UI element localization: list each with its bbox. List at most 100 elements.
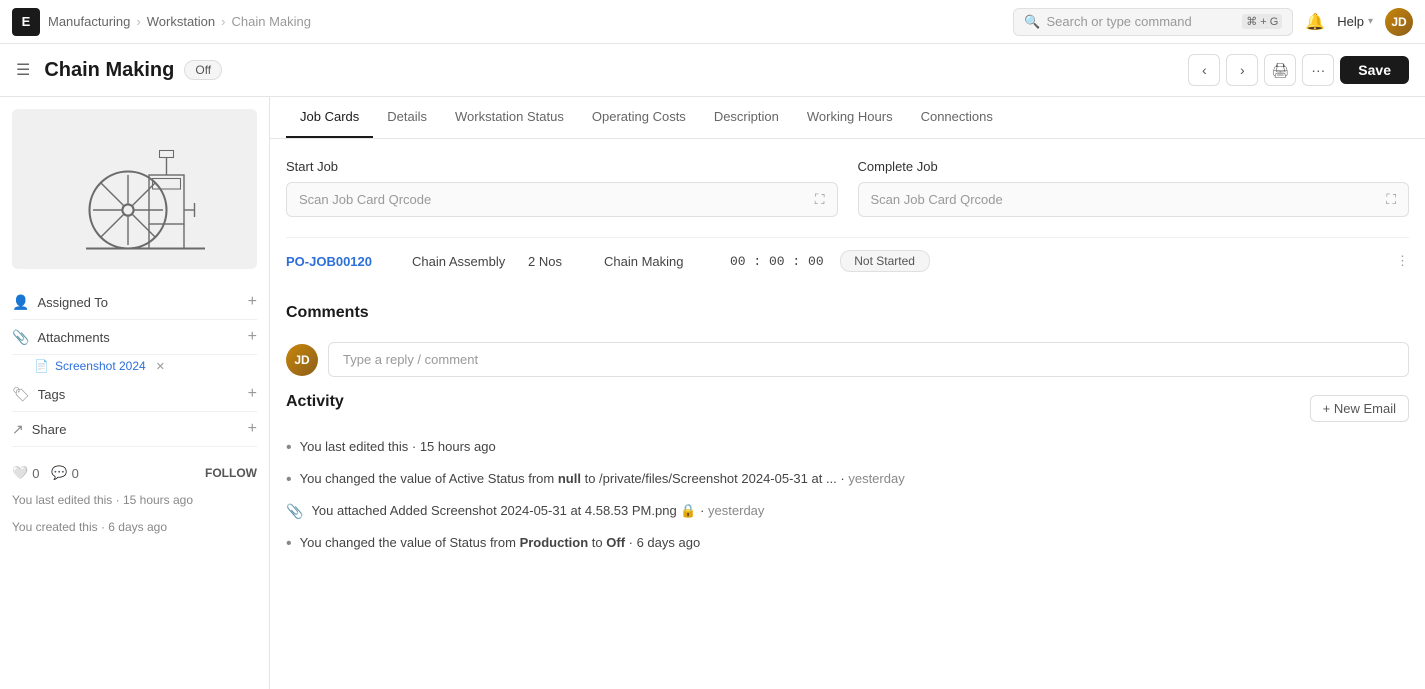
yesterday-2: yesterday [708, 503, 764, 518]
next-button[interactable]: › [1226, 54, 1258, 86]
job-station: Chain Making [604, 254, 714, 269]
likes-item[interactable]: 🤍 0 [12, 465, 39, 481]
help-chevron-icon: ▾ [1368, 16, 1373, 27]
search-icon: 🔍 [1024, 14, 1040, 30]
sidebar-meta: 🤍 0 💬 0 FOLLOW You last edited this · 15… [12, 447, 257, 541]
user-icon: 👤 [12, 294, 29, 311]
main-layout: 👤 Assigned To + 📎 Attachments + 📄 Screen… [0, 97, 1425, 689]
follow-button[interactable]: FOLLOW [205, 466, 257, 480]
notification-icon[interactable]: 🔔 [1305, 12, 1325, 32]
comment-input[interactable]: Type a reply / comment [328, 342, 1409, 377]
job-status: Not Started [840, 250, 930, 272]
attachments-add-icon[interactable]: + [248, 328, 257, 346]
job-time: 00 : 00 : 00 [730, 254, 824, 269]
activity-text-1: You last edited this · 15 hours ago [300, 437, 496, 457]
tab-working-hours[interactable]: Working Hours [793, 97, 907, 138]
search-placeholder: Search or type command [1046, 14, 1236, 29]
start-job-label: Start Job [286, 159, 838, 174]
complete-job-label: Complete Job [858, 159, 1410, 174]
activity-item-3: 📎 You attached Added Screenshot 2024-05-… [286, 501, 1409, 521]
page-title: Chain Making [44, 59, 174, 82]
search-shortcut: ⌘ + G [1242, 14, 1282, 29]
complete-scan-expand-icon[interactable]: ⛶ [1386, 191, 1396, 208]
breadcrumb-manufacturing[interactable]: Manufacturing [48, 14, 130, 29]
user-avatar[interactable]: JD [1385, 8, 1413, 36]
save-button[interactable]: Save [1340, 56, 1409, 84]
activity-item-1: • You last edited this · 15 hours ago [286, 437, 1409, 457]
share-label: Share [32, 422, 240, 437]
tab-job-cards[interactable]: Job Cards [286, 97, 373, 138]
tab-details[interactable]: Details [373, 97, 441, 138]
attachment-file-icon: 📄 [34, 359, 49, 373]
activity-text-3: You attached Added Screenshot 2024-05-31… [311, 501, 764, 521]
assigned-to-section: 👤 Assigned To + [12, 285, 257, 320]
tag-icon: 🏷 [12, 386, 30, 403]
likes-count: 0 [32, 466, 39, 481]
tab-connections[interactable]: Connections [907, 97, 1007, 138]
new-email-button[interactable]: + New Email [1310, 395, 1409, 422]
activity-header: Activity + New Email [286, 393, 1409, 423]
tags-label: Tags [38, 387, 240, 402]
activity-text-2: You changed the value of Active Status f… [300, 469, 905, 489]
prev-button[interactable]: ‹ [1188, 54, 1220, 86]
bullet-4: • [286, 535, 292, 553]
attachment-icon-3: 📎 [286, 503, 303, 520]
activity-item-2: • You changed the value of Active Status… [286, 469, 1409, 489]
attachment-item: 📄 Screenshot 2024 ✕ [12, 355, 257, 377]
job-row: PO-JOB00120 Chain Assembly 2 Nos Chain M… [286, 237, 1409, 284]
tags-add-icon[interactable]: + [248, 385, 257, 403]
breadcrumb: Manufacturing › Workstation › Chain Maki… [48, 14, 311, 29]
activity-text-4: You changed the value of Status from Pro… [300, 533, 701, 553]
tab-description[interactable]: Description [700, 97, 793, 138]
help-button[interactable]: Help ▾ [1337, 14, 1373, 29]
production-text: Production [520, 535, 589, 550]
sidebar-toggle-icon[interactable]: ☰ [16, 60, 30, 80]
attachments-label: Attachments [37, 330, 239, 345]
nav-right: 🔍 Search or type command ⌘ + G 🔔 Help ▾ … [1013, 8, 1413, 36]
start-scan-expand-icon[interactable]: ⛶ [815, 191, 825, 208]
job-id[interactable]: PO-JOB00120 [286, 254, 396, 269]
help-label: Help [1337, 14, 1364, 29]
null-text: null [558, 471, 581, 486]
activity-title: Activity [286, 393, 344, 411]
breadcrumb-sep-1: › [136, 14, 140, 29]
comments-section: Comments JD Type a reply / comment [286, 304, 1409, 393]
top-nav: E Manufacturing › Workstation › Chain Ma… [0, 0, 1425, 44]
header-actions: ‹ › 🖨 ··· Save [1188, 54, 1409, 86]
paperclip-icon: 📎 [12, 329, 29, 346]
tab-operating-costs[interactable]: Operating Costs [578, 97, 700, 138]
attachments-section: 📎 Attachments + [12, 320, 257, 355]
activity-section: Activity + New Email • You last edited t… [286, 393, 1409, 553]
machine-svg [65, 119, 205, 259]
heart-icon: 🤍 [12, 465, 28, 481]
more-button[interactable]: ··· [1302, 54, 1334, 86]
share-add-icon[interactable]: + [248, 420, 257, 438]
breadcrumb-workstation[interactable]: Workstation [147, 14, 215, 29]
edit-info-2: You created this · 6 days ago [12, 514, 257, 541]
start-job-group: Start Job Scan Job Card Qrcode ⛶ [286, 159, 838, 217]
job-row-more-icon[interactable]: ⋮ [1396, 253, 1409, 269]
start-job-input[interactable]: Scan Job Card Qrcode ⛶ [286, 182, 838, 217]
search-bar[interactable]: 🔍 Search or type command ⌘ + G [1013, 8, 1293, 36]
activity-list: • You last edited this · 15 hours ago • … [286, 437, 1409, 553]
status-badge: Off [184, 60, 222, 80]
job-qty: 2 Nos [528, 254, 588, 269]
breadcrumb-sep-2: › [221, 14, 225, 29]
comments-item[interactable]: 💬 0 [51, 465, 78, 481]
share-icon: ↗ [12, 421, 24, 438]
yesterday-1: yesterday [848, 471, 904, 486]
print-button[interactable]: 🖨 [1264, 54, 1296, 86]
breadcrumb-current: Chain Making [231, 14, 311, 29]
bullet-2: • [286, 471, 292, 489]
assigned-to-add-icon[interactable]: + [248, 293, 257, 311]
attachment-name[interactable]: Screenshot 2024 [55, 359, 146, 373]
start-job-placeholder: Scan Job Card Qrcode [299, 192, 431, 207]
complete-job-input[interactable]: Scan Job Card Qrcode ⛶ [858, 182, 1410, 217]
nav-logo[interactable]: E [12, 8, 40, 36]
share-section: ↗ Share + [12, 412, 257, 447]
commenter-avatar: JD [286, 344, 318, 376]
job-scan-section: Start Job Scan Job Card Qrcode ⛶ Complet… [286, 159, 1409, 217]
attachment-remove-icon[interactable]: ✕ [156, 360, 165, 373]
activity-item-4: • You changed the value of Status from P… [286, 533, 1409, 553]
tab-workstation-status[interactable]: Workstation Status [441, 97, 578, 138]
